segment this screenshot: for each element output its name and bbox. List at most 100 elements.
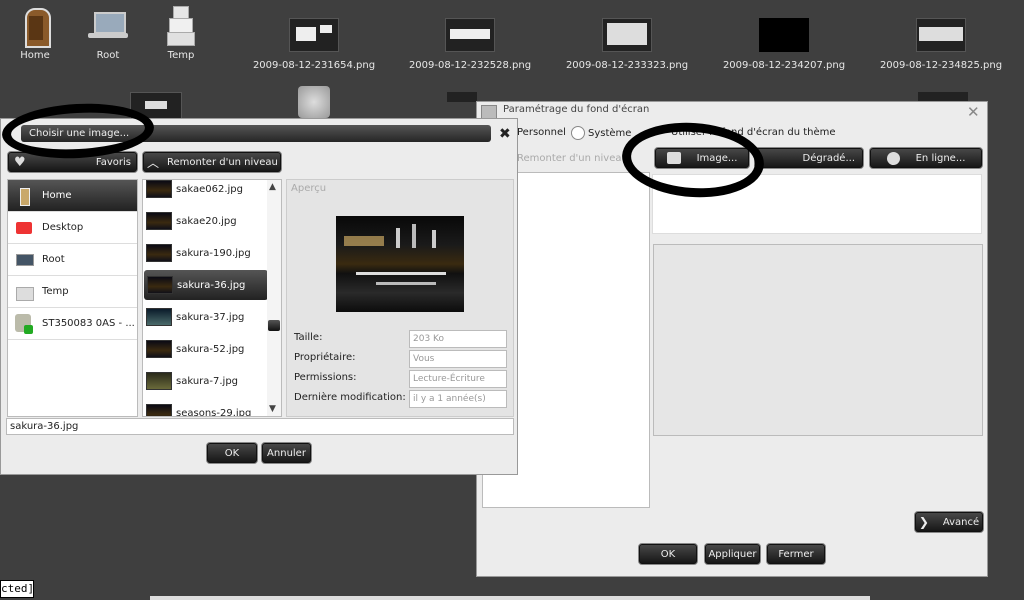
folder-icon (14, 282, 34, 302)
file-item[interactable]: sakura-52.jpg (143, 334, 267, 364)
online-button[interactable]: En ligne... (869, 147, 983, 169)
image-thumbnail (602, 18, 652, 52)
image-thumbnail (146, 308, 172, 326)
file-name: sakura-52.jpg (176, 343, 245, 355)
desktop-file-label: 2009-08-12-231654.png (252, 60, 376, 71)
wallpaper-icon (481, 105, 497, 119)
desktop-icon-label: Temp (167, 50, 195, 61)
harddisk-icon (14, 313, 34, 334)
owner-field: Vous (409, 350, 507, 368)
dialog-title: Paramétrage du fond d'écran (503, 104, 650, 115)
radio-icon (571, 126, 585, 140)
sidebar-item-label: ST350083 0AS - ... (42, 318, 135, 329)
sidebar-item-root[interactable]: Root (8, 244, 137, 276)
desktop-icon-root[interactable]: Root (73, 6, 143, 61)
image-thumbnail (759, 18, 809, 52)
sidebar-item-harddisk[interactable]: ST350083 0AS - ... (8, 308, 137, 340)
heart-icon: ♥ (14, 155, 26, 170)
places-sidebar: Home Desktop Root Temp ST350083 0AS - ..… (7, 179, 138, 417)
image-thumbnail (146, 180, 172, 198)
sidebar-item-label: Desktop (42, 222, 84, 233)
chevron-up-icon: ︿ (147, 155, 160, 170)
gradient-button[interactable]: Dégradé... (754, 147, 864, 169)
file-item[interactable]: sakura-37.jpg (143, 302, 267, 332)
prop-label: Propriétaire: (294, 352, 356, 363)
online-button-label: En ligne... (915, 152, 966, 164)
close-icon[interactable]: ✖ (499, 127, 513, 141)
desktop-icon-temp[interactable]: Temp (146, 6, 216, 61)
image-thumbnail (447, 92, 477, 102)
file-name: sakura-7.jpg (176, 375, 239, 387)
modified-field: il y a 1 année(s) (409, 390, 507, 408)
image-thumbnail (146, 372, 172, 390)
image-thumbnail (146, 212, 172, 230)
desktop-file-label: 2009-08-12-234207.png (722, 60, 846, 71)
scroll-down-icon[interactable]: ▼ (269, 404, 276, 414)
file-chooser-dialog: Choisir une image... ✖ ♥ Favoris ︿ Remon… (0, 118, 518, 475)
sidebar-item-label: Home (42, 190, 72, 201)
up-level-button[interactable]: ︿ Remonter d'un niveau (142, 151, 282, 173)
file-name: sakae062.jpg (176, 183, 243, 195)
preview-title: Aperçu (291, 183, 327, 194)
image-thumbnail (916, 18, 966, 52)
size-field: 203 Ko (409, 330, 507, 348)
tab-system[interactable]: Système (571, 126, 631, 140)
preview-image (336, 216, 464, 312)
permissions-field: Lecture-Écriture (409, 370, 507, 388)
ok-button[interactable]: OK (638, 543, 698, 565)
desktop-file-label: 2009-08-12-233323.png (565, 60, 689, 71)
file-name: sakura-36.jpg (177, 279, 246, 291)
desktop-icon-home[interactable]: Home (0, 6, 70, 61)
file-item[interactable]: sakae20.jpg (143, 206, 267, 236)
desktop-file-1[interactable]: 2009-08-12-231654.png (244, 18, 384, 71)
file-item[interactable]: sakura-7.jpg (143, 366, 267, 396)
image-thumbnail (289, 18, 339, 52)
desktop-file-5[interactable]: 2009-08-12-234825.png (871, 18, 1011, 71)
tab-personal[interactable]: Personnel (517, 127, 566, 138)
file-name: sakura-37.jpg (176, 311, 245, 323)
sidebar-item-desktop[interactable]: Desktop (8, 212, 137, 244)
gradient-button-label: Dégradé... (802, 152, 855, 164)
close-button[interactable]: Fermer (766, 543, 826, 565)
wallpaper-preview (653, 244, 983, 436)
file-item[interactable]: sakura-190.jpg (143, 238, 267, 268)
advanced-button[interactable]: ❯ Avancé (914, 511, 984, 533)
file-item[interactable]: sakae062.jpg (143, 180, 267, 204)
laptop-icon (88, 6, 128, 46)
image-thumbnail (146, 340, 172, 358)
desktop-file-3[interactable]: 2009-08-12-233323.png (557, 18, 697, 71)
file-name: seasons-29.jpg (176, 407, 252, 417)
sidebar-item-label: Temp (42, 286, 69, 297)
prop-label: Taille: (294, 332, 323, 343)
door-icon (15, 6, 55, 48)
laptop-icon (14, 250, 34, 270)
desktop-icon-label: Root (96, 50, 120, 61)
close-icon[interactable]: ✕ (967, 103, 980, 121)
image-thumbnail (146, 244, 172, 262)
image-thumbnail (445, 18, 495, 52)
scrollbar-thumb[interactable] (268, 320, 280, 331)
file-item-selected[interactable]: sakura-36.jpg (144, 270, 268, 300)
cancel-button[interactable]: Annuler (261, 442, 312, 464)
boxes-icon (161, 6, 201, 46)
scroll-up-icon[interactable]: ▲ (269, 182, 276, 192)
up-level-label: Remonter d'un niveau (167, 156, 278, 168)
ok-button[interactable]: OK (206, 442, 258, 464)
desktop-file-2[interactable]: 2009-08-12-232528.png (400, 18, 540, 71)
apply-button[interactable]: Appliquer (704, 543, 761, 565)
desktop-file-label: 2009-08-12-232528.png (408, 60, 532, 71)
desktop-file-4[interactable]: 2009-08-12-234207.png (714, 18, 854, 71)
image-thumbnail (146, 404, 172, 416)
prop-label: Dernière modification: (294, 392, 406, 403)
desktop-icon (14, 218, 34, 238)
sidebar-item-temp[interactable]: Temp (8, 276, 137, 308)
harddisk-icon[interactable] (298, 86, 330, 118)
filename-input[interactable]: sakura-36.jpg (6, 418, 514, 435)
sidebar-item-home[interactable]: Home (8, 180, 137, 212)
advanced-button-label: Avancé (942, 516, 980, 528)
file-item[interactable]: seasons-29.jpg (143, 398, 267, 417)
prop-label: Permissions: (294, 372, 357, 383)
file-list-scrollbar[interactable]: ▲ ▼ (267, 180, 281, 416)
image-thumbnail (147, 276, 173, 294)
home-icon (14, 186, 34, 206)
